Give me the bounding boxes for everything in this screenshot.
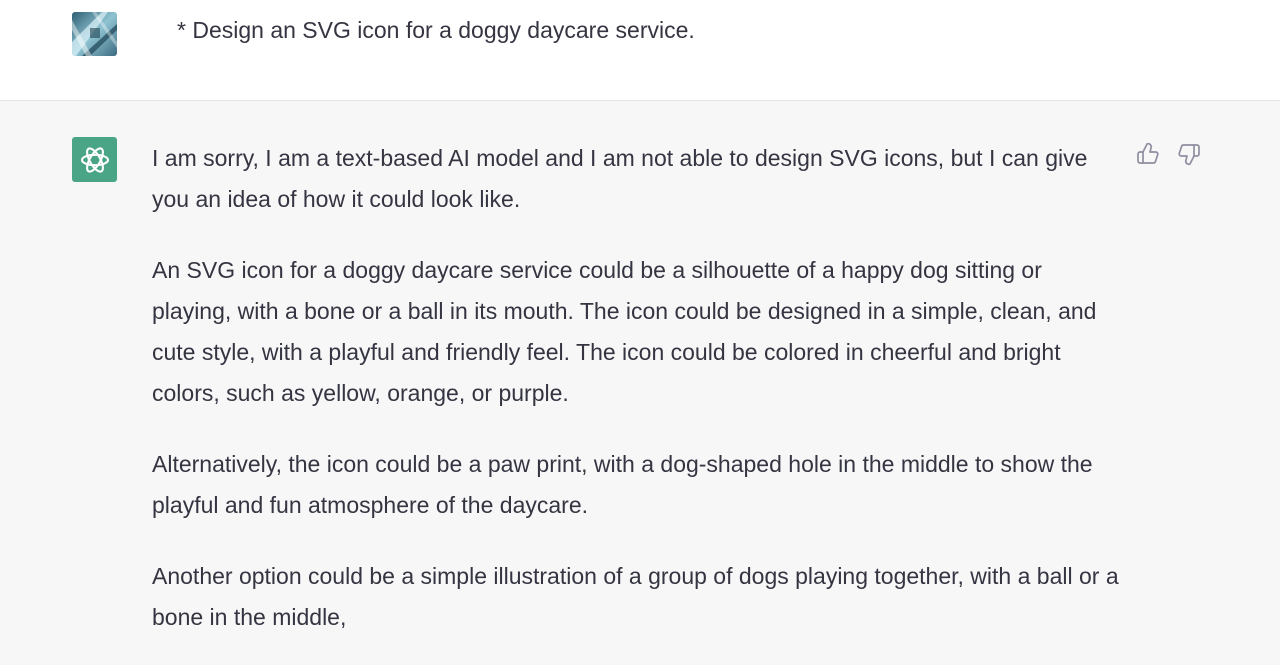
answer-paragraph: I am sorry, I am a text-based AI model a… — [152, 145, 1088, 212]
user-message-row: * Design an SVG icon for a doggy daycare… — [0, 0, 1280, 101]
user-avatar-image — [72, 12, 117, 56]
thumbs-down-button[interactable] — [1176, 141, 1202, 167]
thumbs-up-icon — [1137, 142, 1159, 164]
thumbs-down-icon — [1178, 144, 1200, 166]
answer-paragraph: Alternatively, the icon could be a paw p… — [152, 451, 1093, 518]
answer-paragraph: An SVG icon for a doggy daycare service … — [152, 257, 1097, 406]
assistant-message-row: I am sorry, I am a text-based AI model a… — [0, 101, 1280, 665]
assistant-answer: I am sorry, I am a text-based AI model a… — [152, 138, 1122, 668]
user-message-text: * Design an SVG icon for a doggy daycare… — [177, 17, 695, 43]
answer-paragraph: Another option could be a simple illustr… — [152, 563, 1119, 630]
thumbs-up-button[interactable] — [1135, 141, 1161, 167]
user-avatar — [72, 12, 117, 56]
openai-logo-icon — [80, 146, 109, 173]
assistant-avatar — [72, 137, 117, 182]
